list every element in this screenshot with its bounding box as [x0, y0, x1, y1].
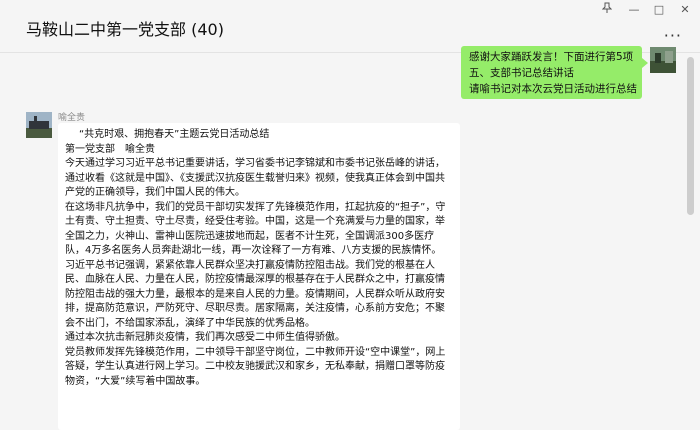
message-bubble-outgoing[interactable]: 感谢大家踊跃发言！下面进行第5项 五、支部书记总结讲话 请喻书记对本次云党日活动…	[461, 46, 648, 99]
message-line: 感谢大家踊跃发言！下面进行第5项	[469, 51, 634, 63]
message-paragraph: 党员教师发挥先锋模范作用，二中领导干部坚守岗位，二中教师开设“空中课堂”，网上答…	[65, 346, 446, 387]
pin-icon[interactable]	[596, 2, 618, 18]
chat-title: 马鞍山二中第一党支部 (40)	[26, 20, 224, 39]
chat-scrollbar[interactable]	[687, 57, 694, 215]
close-button[interactable]: ✕	[674, 2, 696, 18]
message-bubble-incoming[interactable]: “共克时艰、拥抱春天”主题云党日活动总结 第一党支部 喻全贵 今天通过学习习近平…	[58, 123, 460, 430]
self-avatar[interactable]	[650, 47, 676, 73]
message-line: 五、支部书记总结讲话	[469, 67, 574, 79]
sender-name: 喻全贵	[58, 113, 86, 123]
message-title: “共克时艰、拥抱春天”主题云党日活动总结	[79, 129, 270, 140]
message-paragraph: 习近平总书记强调，紧紧依靠人民群众坚决打赢疫情防控阻击战。我们党的根基在人民、血…	[65, 259, 445, 329]
message-line: 请喻书记对本次云党日活动进行总结	[469, 83, 637, 95]
message-paragraph: 通过本次抗击新冠肺炎疫情，我们再次感受二中师生值得骄傲。	[65, 332, 345, 343]
sender-avatar[interactable]	[26, 112, 52, 138]
minimize-button[interactable]: —	[623, 2, 645, 18]
maximize-button[interactable]: □	[648, 2, 670, 18]
message-paragraph: 今天通过学习习近平总书记重要讲话，学习省委书记李锦斌和市委书记张岳峰的讲话，通过…	[65, 158, 445, 198]
message-author-line: 第一党支部 喻全贵	[65, 143, 155, 155]
message-paragraph: 在这场非凡抗争中，我们的党员干部切实发挥了先锋模范作用，扛起抗疫的“担子”，守土…	[65, 201, 446, 257]
more-options-button[interactable]: ···	[664, 26, 682, 45]
